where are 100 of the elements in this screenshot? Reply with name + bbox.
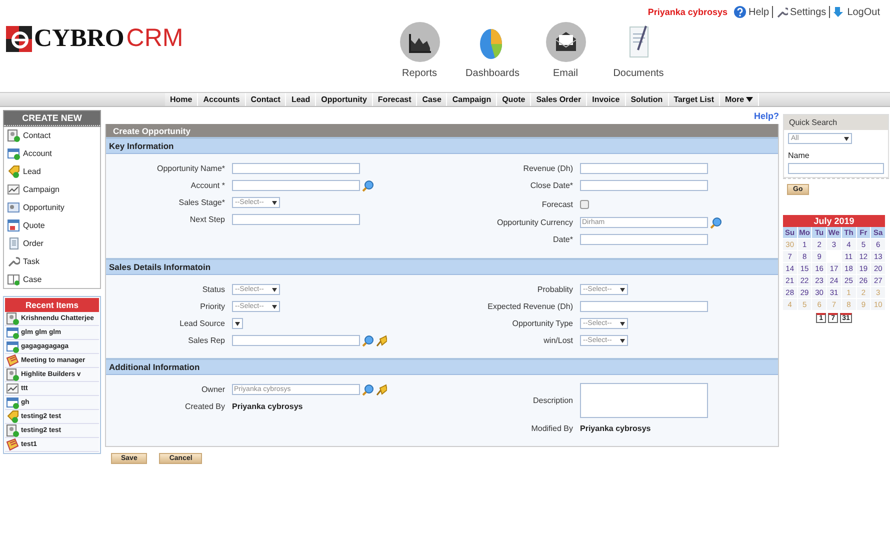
app-shortcut[interactable]: Reports [383,22,456,79]
create-item[interactable]: Opportunity [4,198,100,216]
field-label: Expected Revenue (Dh) [486,302,574,311]
create-item[interactable]: Quote [4,216,100,234]
tag-icon [7,164,20,178]
form-title-bar: Create Opportunity [106,124,778,137]
section-header: Additional Information [106,358,778,375]
text-field[interactable] [788,163,884,174]
create-item[interactable]: Campaign [4,180,100,198]
account-window-icon [7,146,20,160]
wrench-icon [776,6,788,18]
text-field[interactable] [232,214,360,225]
tag-icon [6,410,19,423]
nav-tab[interactable]: Forecast [372,93,418,106]
caret-icon [235,322,240,326]
select-dropdown[interactable] [232,318,243,329]
caret-icon [272,304,277,308]
field-label: Opportunity Currency [496,218,574,227]
field-label: Date* [552,235,574,244]
app-shortcut[interactable]: Email [529,22,602,79]
nav-tab[interactable]: Home [165,93,198,106]
nav-tab[interactable]: Target List [668,93,720,106]
nav-tab[interactable]: Contact [246,93,286,106]
line-chart-icon [6,382,19,395]
contact-card-icon [7,128,20,142]
field-label: Next Step [188,215,226,224]
header-link[interactable]: Help [731,6,772,18]
app-shortcut[interactable]: Dashboards [456,22,529,79]
text-field[interactable] [580,301,708,312]
logo-text: CRM [126,24,184,53]
help-icon [734,6,746,18]
broom-icon[interactable] [375,384,387,396]
section-header: Key Information [106,137,778,154]
user-name: Priyanka cybrosys [648,7,728,17]
create-item[interactable]: Lead [4,162,100,180]
field-label: Account * [190,181,226,190]
envelope-icon [546,22,586,62]
calendar-month-title: July 2019 [783,215,885,227]
calendar-page-icon [7,218,20,232]
nav-tab[interactable]: Case [417,93,448,106]
text-field[interactable] [580,180,708,191]
caret-icon [272,288,277,292]
person-card-icon [7,200,20,214]
magnifier-icon[interactable] [362,334,374,346]
account-window-icon [6,396,19,409]
notepad-icon [6,354,19,367]
contact-card-icon [6,368,19,381]
caret-icon [844,136,849,140]
magnifier-icon[interactable] [710,216,722,228]
create-item[interactable]: Contact [4,126,100,144]
text-field[interactable] [580,234,708,245]
account-window-icon [6,326,19,339]
create-item[interactable]: Account [4,144,100,162]
field-value: Priyanka cybrosys [232,402,303,411]
nav-tab[interactable]: Accounts [198,93,246,106]
create-item[interactable]: Order [4,234,100,252]
document-icon [7,236,20,250]
nav-tab[interactable]: Sales Order [531,93,588,106]
field-label: Revenue (Dh) [522,164,574,173]
caret-icon [620,322,625,326]
nav-tab[interactable]: More [720,93,760,106]
nav-tab[interactable]: Invoice [587,93,626,106]
broom-icon[interactable] [375,334,387,346]
field-label: Name [788,151,810,160]
text-field[interactable] [232,335,360,346]
create-item[interactable]: Task [4,252,100,270]
nav-tab[interactable]: Opportunity [316,93,373,106]
field-label: Opportunity Name* [156,164,226,173]
panel-header: Quick Search [784,115,888,130]
create-item[interactable]: Case [4,270,100,288]
checkbox[interactable] [580,200,589,208]
app-shortcut[interactable]: Documents [602,22,675,79]
field-value: Priyanka cybrosys [580,424,651,433]
text-field[interactable] [232,180,360,191]
text-field[interactable] [580,163,708,174]
arrow-down-icon [833,6,846,18]
nav-tab[interactable]: Lead [286,93,316,106]
field-label: Opportunity Type [511,319,574,328]
field-label: Sales Stage* [178,198,226,207]
nav-tab[interactable]: Quote [497,93,532,106]
panel-header: CREATE NEW [4,111,100,126]
chart-icon [400,22,440,62]
magnifier-icon[interactable] [362,384,374,396]
field-label: Close Date* [529,181,574,190]
field-label: Probablity [536,285,574,294]
text-area[interactable] [580,383,708,418]
caret-icon [620,338,625,342]
magnifier-icon[interactable] [362,180,374,192]
field-label: Created By [184,402,226,411]
help-link[interactable]: Help? [754,111,779,124]
nav-tab[interactable]: Solution [626,93,669,106]
section-header: Sales Details Informatoin [106,258,778,275]
nav-tab[interactable]: Campaign [447,93,498,106]
contact-card-icon [6,424,19,437]
text-field[interactable] [232,163,360,174]
panel-header: Recent Items [5,298,99,312]
header-link[interactable]: Settings [772,6,830,18]
header-link[interactable]: LogOut [829,6,883,18]
field-label: Priority [199,302,226,311]
field-label: Sales Rep [187,336,226,345]
